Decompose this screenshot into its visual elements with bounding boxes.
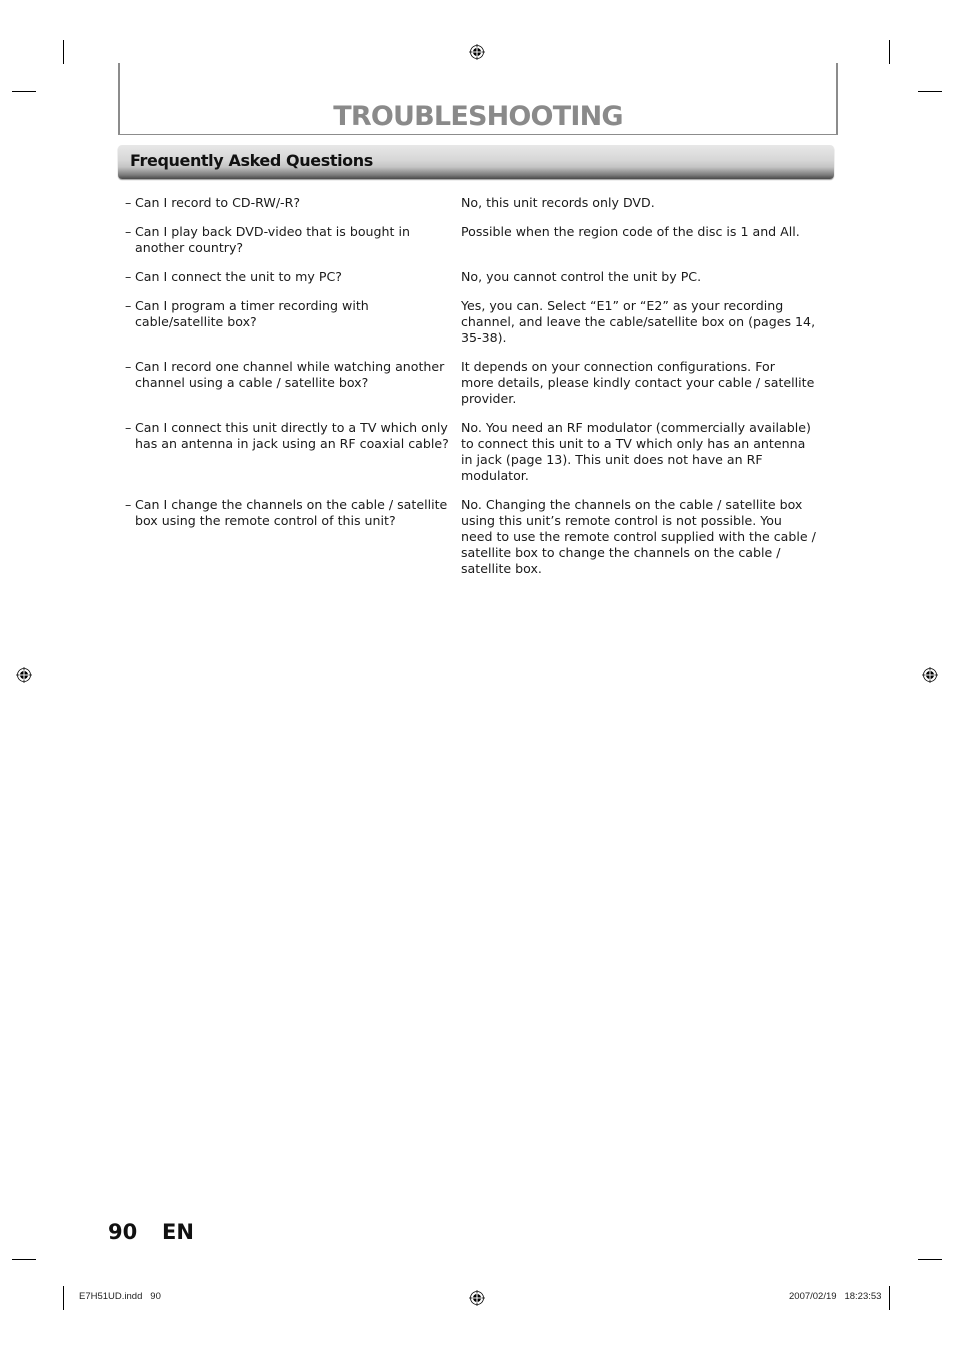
crop-mark (63, 1286, 64, 1310)
faq-item: – Can I play back DVD-video that is bough… (122, 224, 834, 256)
faq-item: – Can I program a timer recording with ca… (122, 298, 834, 346)
crop-mark (889, 40, 890, 64)
crop-mark (918, 1259, 942, 1260)
language-label: EN (162, 1220, 194, 1244)
dash-icon: – (125, 359, 132, 374)
faq-item: – Can I change the channels on the cable … (122, 497, 834, 577)
registration-target-icon (469, 44, 485, 60)
faq-answer: No. You need an RF modulator (commercial… (461, 420, 811, 483)
registration-target-icon (469, 1290, 485, 1306)
faq-question: – Can I record one channel while watching… (125, 359, 445, 390)
faq-answer: Yes, you can. Select “E1” or “E2” as you… (461, 298, 816, 345)
faq-item: – Can I record one channel while watching… (122, 359, 834, 407)
print-timestamp: 2007/02/19 18:23:53 (789, 1291, 882, 1302)
dash-icon: – (125, 269, 132, 284)
faq-question: – Can I change the channels on the cable … (125, 497, 448, 528)
faq-answer: No, you cannot control the unit by PC. (461, 269, 702, 284)
faq-answer: No. Changing the channels on the cable /… (461, 497, 816, 576)
dash-icon: – (125, 224, 132, 239)
dash-icon: – (125, 497, 132, 512)
faq-item: – Can I record to CD-RW/-R? No, this unit… (122, 195, 834, 211)
page-title: TROUBLESHOOTING (333, 101, 623, 132)
faq-item: – Can I connect the unit to my PC? No, yo… (122, 269, 834, 285)
faq-list: – Can I record to CD-RW/-R? No, this unit… (122, 195, 834, 577)
registration-target-icon (922, 667, 938, 683)
registration-target-icon (16, 667, 32, 683)
dash-icon: – (125, 420, 132, 435)
section-header: Frequently Asked Questions (118, 145, 834, 179)
file-slug: E7H51UD.indd 90 (79, 1291, 161, 1302)
faq-item: – Can I connect this unit directly to a T… (122, 420, 834, 484)
crop-mark (63, 40, 64, 64)
faq-question: – Can I record to CD-RW/-R? (125, 195, 301, 210)
crop-mark (12, 91, 36, 92)
dash-icon: – (125, 298, 132, 313)
faq-question: – Can I play back DVD-video that is bough… (125, 224, 410, 255)
faq-answer: No, this unit records only DVD. (461, 195, 655, 210)
faq-answer: It depends on your connection configurat… (461, 359, 815, 406)
faq-answer: Possible when the region code of the dis… (461, 224, 800, 239)
faq-question: – Can I connect the unit to my PC? (125, 269, 342, 284)
faq-question: – Can I connect this unit directly to a T… (125, 420, 449, 451)
section-title: Frequently Asked Questions (130, 151, 373, 170)
crop-mark (918, 91, 942, 92)
page-number: 90 (108, 1220, 138, 1244)
crop-mark (12, 1259, 36, 1260)
title-frame: TROUBLESHOOTING (118, 63, 838, 135)
dash-icon: – (125, 195, 132, 210)
crop-mark (889, 1286, 890, 1310)
faq-question: – Can I program a timer recording with ca… (125, 298, 369, 329)
